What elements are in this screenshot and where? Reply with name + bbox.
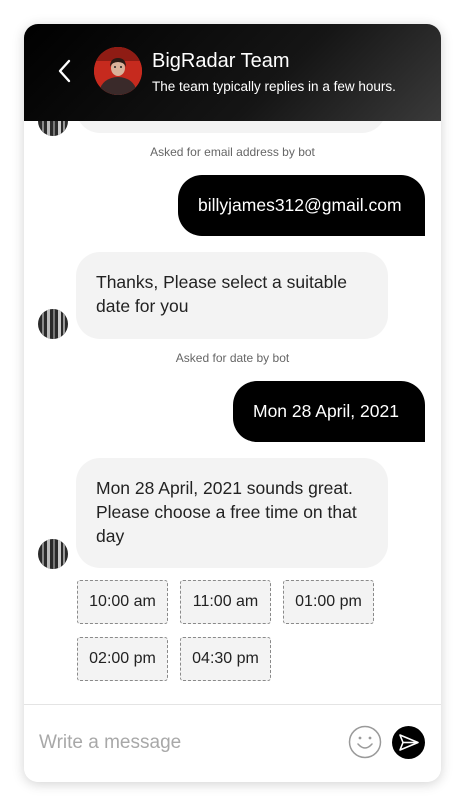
reply-time-status: The team typically replies in a few hour… xyxy=(152,79,396,94)
chat-header: BigRadar Team The team typically replies… xyxy=(24,24,441,121)
team-name: BigRadar Team xyxy=(152,50,290,72)
send-icon xyxy=(399,734,419,751)
user-message-text: Mon 28 April, 2021 xyxy=(253,401,399,421)
smiley-icon xyxy=(348,725,382,759)
time-slot-option[interactable]: 11:00 am xyxy=(180,580,271,624)
chevron-left-icon xyxy=(58,59,71,83)
time-slot-option[interactable]: 02:00 pm xyxy=(77,637,168,681)
back-button[interactable] xyxy=(54,56,78,86)
user-message: Mon 28 April, 2021 xyxy=(233,381,425,442)
bot-avatar xyxy=(38,539,68,569)
bot-message-text: Thanks, Please select a suitable date fo… xyxy=(96,272,347,316)
bot-message: Thanks, Please select a suitable date fo… xyxy=(76,252,388,339)
user-message-text: billyjames312@gmail.com xyxy=(198,195,402,215)
time-slot-option[interactable]: 01:00 pm xyxy=(283,580,374,624)
bot-note: Asked for email address by bot xyxy=(150,145,315,159)
message-input[interactable] xyxy=(39,725,339,761)
user-message: billyjames312@gmail.com xyxy=(178,175,425,236)
bot-message-text: Mon 28 April, 2021 sounds great. Please … xyxy=(96,478,357,546)
time-slot-option[interactable]: 10:00 am xyxy=(77,580,168,624)
send-button[interactable] xyxy=(392,726,425,759)
bot-note: Asked for date by bot xyxy=(175,351,290,365)
team-avatar xyxy=(94,47,142,95)
emoji-button[interactable] xyxy=(348,725,382,759)
message-list[interactable]: Asked for email address by bot billyjame… xyxy=(24,121,441,704)
bot-avatar xyxy=(38,309,68,339)
bot-message: Mon 28 April, 2021 sounds great. Please … xyxy=(76,458,388,568)
message-composer xyxy=(24,704,441,782)
chat-widget: BigRadar Team The team typically replies… xyxy=(24,24,441,782)
bot-message xyxy=(76,121,386,133)
bot-avatar xyxy=(38,121,68,136)
time-slot-option[interactable]: 04:30 pm xyxy=(180,637,271,681)
